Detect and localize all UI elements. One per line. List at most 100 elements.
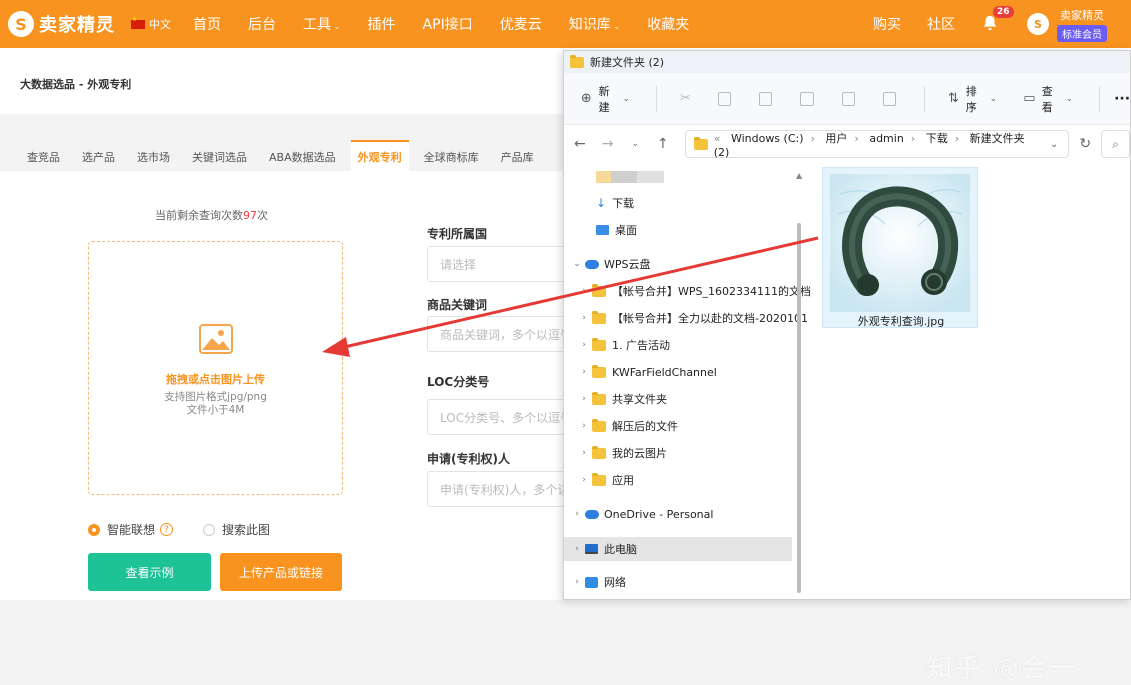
folder-icon: [592, 445, 606, 459]
tree-item-network[interactable]: › 网络: [569, 570, 626, 594]
tab-market[interactable]: 选市场: [130, 140, 177, 174]
tree-item-downloads[interactable]: ↓ 下载: [596, 191, 634, 215]
chevron-right-icon: ›: [582, 421, 586, 431]
chevron-down-icon: ⌄: [1065, 93, 1074, 104]
nav-item-favorites[interactable]: 收藏夹: [647, 14, 689, 34]
scrollbar[interactable]: [797, 223, 801, 593]
tree-folder[interactable]: › 【帐号合并】WPS_1602334111的文档: [576, 279, 811, 303]
blurred-item: [596, 171, 664, 183]
nav-item-buy[interactable]: 购买: [873, 14, 901, 34]
user-menu[interactable]: S 卖家精灵 标准会员: [1027, 7, 1107, 42]
folder-icon: [693, 136, 708, 150]
notification-bell[interactable]: 26: [981, 6, 1014, 34]
tab-product[interactable]: 选产品: [75, 140, 122, 174]
folder-icon: [570, 54, 584, 68]
nav-item-home[interactable]: 首页: [193, 14, 221, 34]
crumb-downloads[interactable]: 下载: [926, 132, 948, 145]
chevron-down-icon[interactable]: ⌄: [1050, 139, 1058, 150]
nav-item-youmaiyun[interactable]: 优麦云: [500, 14, 542, 34]
paste-icon[interactable]: [759, 91, 773, 106]
sort-button[interactable]: ⇅ 排序 ⌄: [947, 83, 997, 115]
nav-item-plugins[interactable]: 插件: [368, 14, 396, 34]
tree-folder[interactable]: › 应用: [576, 468, 634, 492]
chevron-down-icon: ⌄: [989, 93, 998, 104]
radio-smart[interactable]: [88, 523, 100, 536]
tree-folder[interactable]: › 1. 广告活动: [576, 333, 670, 357]
tree-item-onedrive[interactable]: › OneDrive - Personal: [569, 502, 713, 526]
cloud-icon: [585, 259, 599, 269]
delete-icon[interactable]: [882, 91, 897, 106]
tree-folder[interactable]: › 【帐号合并】全力以赴的文档-2020101: [576, 306, 808, 330]
refresh-icon[interactable]: ↻: [1079, 136, 1091, 152]
tree-item-this-pc[interactable]: › 此电脑: [564, 537, 792, 561]
crumb-admin[interactable]: admin: [869, 132, 903, 145]
chevron-right-icon: ›: [575, 544, 579, 554]
nav-item-tools[interactable]: 工具 ⌄: [303, 14, 341, 34]
up-arrow-icon[interactable]: ↑: [657, 136, 669, 152]
tab-product-library[interactable]: 产品库: [494, 140, 541, 174]
member-badge: 标准会员: [1057, 24, 1107, 42]
image-icon: [198, 324, 233, 354]
tree-item-blurred[interactable]: [564, 165, 664, 189]
tab-keyword[interactable]: 关键词选品: [185, 140, 254, 174]
tree-folder[interactable]: › 解压后的文件: [576, 414, 678, 438]
radio-search-image[interactable]: [203, 523, 216, 536]
help-icon[interactable]: ?: [160, 523, 174, 536]
tab-aba[interactable]: ABA数据选品: [262, 140, 343, 174]
rename-icon[interactable]: [800, 91, 814, 106]
nav-item-knowledge[interactable]: 知识库 ⌄: [569, 14, 621, 34]
upload-product-button[interactable]: 上传产品或链接: [220, 553, 342, 591]
chevron-down-icon: ⌄: [612, 22, 621, 32]
nav-item-api[interactable]: API接口: [423, 14, 473, 34]
tab-trademark[interactable]: 全球商标库: [417, 140, 486, 174]
scroll-up-icon[interactable]: ▲: [796, 171, 802, 180]
more-options-icon[interactable]: ···: [1114, 91, 1130, 107]
chevron-down-icon[interactable]: ⌄: [629, 139, 641, 149]
view-example-button[interactable]: 查看示例: [88, 553, 211, 591]
tab-competitor[interactable]: 查竞品: [20, 140, 67, 174]
chevron-right-icon: ›: [582, 313, 586, 323]
file-item[interactable]: 外观专利查询.jpg: [822, 167, 978, 328]
forward-arrow-icon[interactable]: →: [602, 136, 614, 152]
logo[interactable]: S 卖家精灵: [8, 11, 115, 37]
tab-design-patent[interactable]: 外观专利: [350, 140, 409, 174]
nav-item-community[interactable]: 社区: [927, 14, 955, 34]
image-upload-zone[interactable]: 拖拽或点击图片上传 支持图片格式jpg/png 文件小于4M: [88, 241, 343, 495]
tree-folder[interactable]: › KWFarFieldChannel: [576, 360, 717, 384]
folder-icon: [592, 418, 606, 432]
upload-hint: 支持图片格式jpg/png 文件小于4M: [164, 391, 267, 416]
tree-folder[interactable]: › 我的云图片: [576, 441, 667, 465]
window-title-bar[interactable]: 新建文件夹 (2): [564, 51, 1130, 73]
cut-icon[interactable]: ✂: [679, 91, 692, 106]
explorer-body: ↓ 下载 桌面 ⌄ WPS云盘 › 【帐号合并】WPS_1602334111的文档 ›…: [564, 163, 1130, 684]
tree-folder[interactable]: › 共享文件夹: [576, 387, 667, 411]
chevron-right-icon: ›: [575, 509, 579, 519]
copy-icon[interactable]: [718, 91, 732, 106]
radio-smart-label: 智能联想: [107, 523, 156, 537]
upload-title: 拖拽或点击图片上传: [166, 373, 265, 386]
address-bar[interactable]: « Windows (C:) › 用户 › admin › 下载 › 新建文件夹 (2)…: [684, 130, 1070, 159]
computer-icon: [585, 544, 598, 554]
chevron-right-icon: ›: [582, 475, 586, 485]
back-arrow-icon[interactable]: ←: [574, 136, 586, 152]
tab-bar: 查竞品 选产品 选市场 关键词选品 ABA数据选品 外观专利 全球商标库 产品库: [20, 140, 549, 174]
radio-search-image-label: 搜索此图: [222, 523, 271, 537]
tree-item-desktop[interactable]: 桌面: [596, 218, 637, 242]
download-icon: ↓: [596, 196, 607, 210]
nav-item-backend[interactable]: 后台: [248, 14, 276, 34]
logo-icon: S: [8, 11, 34, 37]
file-name: 外观专利查询.jpg: [857, 315, 945, 328]
language-switch[interactable]: 中文: [131, 16, 171, 32]
search-icon[interactable]: ⌕: [1101, 130, 1130, 158]
chevron-right-icon: ›: [582, 367, 586, 377]
share-icon[interactable]: [841, 91, 855, 106]
tree-item-wps[interactable]: ⌄ WPS云盘: [569, 252, 650, 276]
new-button[interactable]: ⊕ 新建 ⌄: [580, 83, 630, 115]
crumb-users[interactable]: 用户: [825, 132, 847, 145]
view-button[interactable]: ▭ 查看 ⌄: [1023, 83, 1073, 115]
nav-menu: 首页 后台 工具 ⌄ 插件 API接口 优麦云 知识库 ⌄ 收藏夹: [193, 14, 716, 34]
crumb-drive[interactable]: Windows (C:): [731, 132, 804, 145]
watermark-text: 知乎 @会一: [926, 654, 1078, 684]
logo-text: 卖家精灵: [39, 15, 115, 36]
remaining-count: 97: [243, 209, 257, 222]
